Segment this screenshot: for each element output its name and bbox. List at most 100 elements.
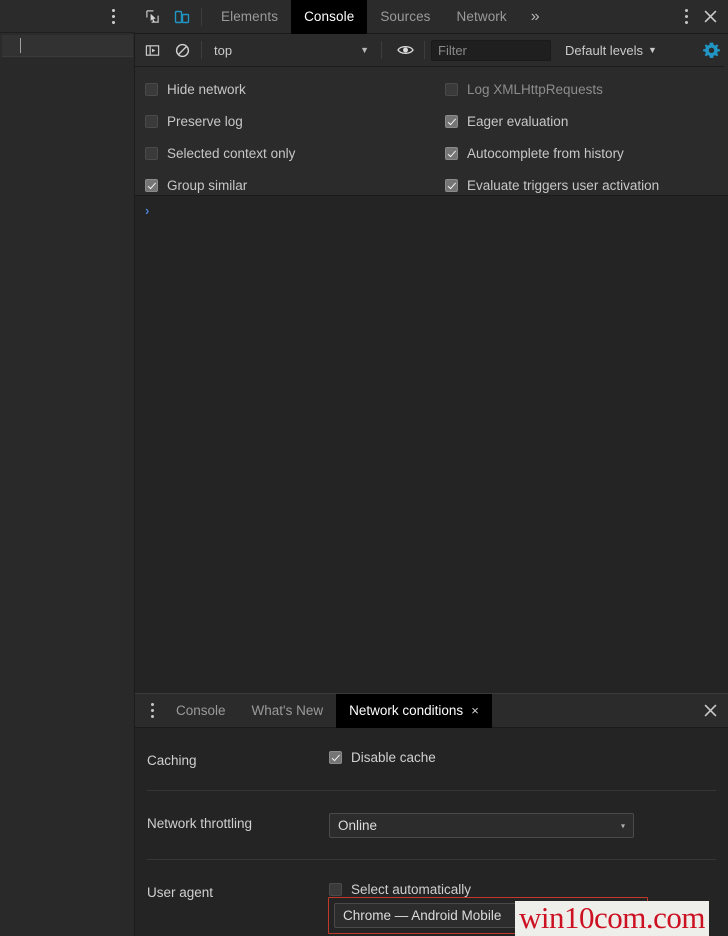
checkbox-unchecked-icon[interactable] (329, 883, 342, 896)
checkbox-unchecked-icon[interactable] (145, 114, 158, 128)
toolbar-divider (424, 41, 425, 59)
tabs-overflow-button[interactable]: » (520, 0, 551, 34)
user-agent-section: User agent Select automatically (135, 860, 728, 900)
screenshot-root: Elements Console Sources Network » top ▼… (0, 0, 728, 936)
live-expression-eye-icon[interactable] (392, 37, 418, 63)
setting-hide-network-label: Hide network (167, 81, 246, 97)
close-icon-svg (704, 704, 716, 717)
drawer-tab-network-conditions[interactable]: Network conditions × (336, 693, 492, 728)
drawer-tab-whats-new-label: What's New (251, 703, 324, 718)
text-caret (20, 38, 21, 53)
caching-row: Caching Disable cache (135, 750, 728, 768)
kebab-menu-icon[interactable] (107, 6, 119, 26)
setting-selected-context-only[interactable]: Selected context only (145, 137, 295, 169)
setting-hide-network[interactable]: Hide network (145, 73, 295, 105)
setting-autocomplete-from-history-label: Autocomplete from history (467, 145, 624, 161)
setting-log-xmlhttprequests[interactable]: Log XMLHttpRequests (445, 73, 659, 105)
select-automatically-checkbox-row[interactable]: Select automatically (329, 882, 716, 897)
console-settings-right-column: Log XMLHttpRequests Eager evaluation Aut… (445, 73, 659, 201)
setting-selected-context-only-label: Selected context only (167, 145, 296, 161)
drawer-tab-console[interactable]: Console (163, 694, 239, 728)
chevron-down-icon: ▼ (648, 45, 657, 55)
setting-preserve-log-label: Preserve log (167, 113, 243, 129)
checkbox-checked-icon[interactable] (445, 114, 458, 128)
page-viewport (0, 58, 134, 936)
checkbox-unchecked-icon[interactable] (145, 146, 158, 160)
devtools-tabbar: Elements Console Sources Network » (135, 0, 728, 34)
log-levels-select[interactable]: Default levels ▼ (565, 40, 657, 61)
tab-sources-label: Sources (380, 9, 431, 24)
disable-cache-checkbox-row[interactable]: Disable cache (329, 750, 716, 765)
kebab-menu-icon[interactable] (141, 698, 163, 724)
checkbox-checked-icon[interactable] (145, 178, 158, 192)
toolbar-divider (201, 7, 202, 26)
throttling-section: Network throttling Online ▾ (135, 791, 728, 838)
setting-evaluate-triggers-user-activation-label: Evaluate triggers user activation (467, 177, 660, 193)
kebab-menu-icon[interactable] (675, 4, 697, 30)
browser-toolbar (0, 0, 135, 33)
network-throttling-select[interactable]: Online ▾ (329, 813, 634, 838)
checkbox-unchecked-icon[interactable] (145, 82, 158, 96)
setting-log-xmlhttprequests-label: Log XMLHttpRequests (467, 81, 603, 97)
devtools-tabbar-actions (675, 4, 728, 30)
gear-icon[interactable] (698, 37, 724, 63)
clear-console-icon-svg (175, 43, 189, 57)
address-bar[interactable] (2, 35, 133, 57)
tab-network[interactable]: Network (444, 0, 520, 34)
tab-network-label: Network (456, 9, 507, 24)
select-automatically-label: Select automatically (351, 882, 472, 897)
vertical-scrollbar[interactable] (724, 34, 728, 68)
device-toolbar-icon[interactable] (169, 4, 195, 30)
gear-icon-svg (702, 42, 720, 58)
caching-field: Disable cache (329, 750, 716, 765)
setting-preserve-log[interactable]: Preserve log (145, 105, 295, 137)
user-agent-row: User agent Select automatically (135, 882, 728, 900)
user-agent-value: Chrome — Android Mobile (343, 908, 502, 923)
checkbox-checked-icon[interactable] (445, 146, 458, 160)
tab-console-label: Console (304, 9, 355, 24)
user-agent-label: User agent (147, 885, 214, 900)
drawer-close-icon[interactable] (697, 698, 723, 724)
network-throttling-label: Network throttling (147, 816, 253, 831)
tab-sources[interactable]: Sources (367, 0, 443, 34)
checkbox-unchecked-icon[interactable] (445, 82, 458, 96)
console-prompt-row[interactable]: › (135, 200, 728, 220)
close-icon-svg (704, 10, 716, 23)
browser-page-area (0, 0, 135, 936)
drawer-tab-whats-new[interactable]: What's New (239, 694, 337, 728)
device-toolbar-icon-svg (174, 10, 190, 23)
drawer-tab-console-label: Console (176, 703, 226, 718)
console-output-area[interactable]: › (135, 196, 728, 693)
close-icon[interactable] (697, 4, 723, 30)
network-throttling-row: Network throttling Online ▾ (135, 813, 728, 838)
tab-elements-label: Elements (221, 9, 279, 24)
setting-autocomplete-from-history[interactable]: Autocomplete from history (445, 137, 659, 169)
console-filter-placeholder: Filter (438, 42, 467, 58)
console-settings-left-column: Hide network Preserve log Selected conte… (145, 73, 295, 201)
devtools-panel: Elements Console Sources Network » top ▼… (135, 0, 728, 936)
chevron-right-icon: › (145, 202, 150, 218)
tab-elements[interactable]: Elements (208, 0, 291, 34)
drawer-tabbar: Console What's New Network conditions × (135, 693, 728, 728)
tabs-overflow-label: » (530, 7, 540, 25)
console-filter-input[interactable]: Filter (431, 39, 551, 61)
close-icon[interactable]: × (471, 704, 479, 717)
chevron-down-icon: ▼ (360, 45, 369, 55)
console-sidebar-icon-svg (145, 44, 159, 56)
inspect-element-icon[interactable] (139, 4, 165, 30)
caching-section: Caching Disable cache (135, 728, 728, 768)
drawer-tab-network-conditions-label: Network conditions (349, 703, 464, 718)
console-sidebar-icon[interactable] (139, 37, 165, 63)
setting-eager-evaluation-label: Eager evaluation (467, 113, 569, 129)
checkbox-checked-icon[interactable] (445, 178, 458, 192)
setting-group-similar-label: Group similar (167, 177, 248, 193)
inspect-element-icon-svg (145, 10, 159, 23)
setting-eager-evaluation[interactable]: Eager evaluation (445, 105, 659, 137)
network-throttling-value: Online (338, 818, 378, 833)
clear-console-icon[interactable] (169, 37, 195, 63)
tab-console[interactable]: Console (291, 0, 368, 34)
checkbox-checked-icon[interactable] (329, 751, 342, 764)
execution-context-select[interactable]: top ▼ (210, 40, 375, 61)
toolbar-divider (201, 41, 202, 59)
toolbar-divider (381, 41, 382, 59)
